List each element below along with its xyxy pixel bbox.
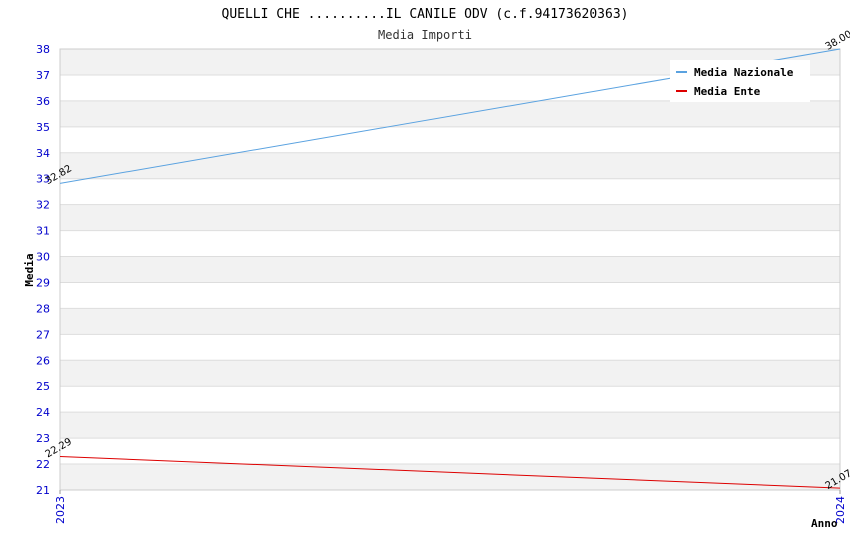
plot-band [60, 152, 840, 179]
y-tick-label: 21 [36, 484, 50, 497]
chart-subtitle: Media Importi [378, 28, 472, 42]
y-tick-label: 31 [36, 225, 50, 238]
plot-band [60, 178, 840, 205]
y-axis-label: Media [23, 253, 36, 286]
plot-band [60, 126, 840, 153]
plot-band [60, 412, 840, 439]
x-tick-label: 2023 [54, 496, 67, 524]
y-axis-ticks: 212223242526272829303132333435363738 [36, 43, 50, 497]
y-tick-label: 27 [36, 328, 50, 341]
y-tick-label: 29 [36, 276, 50, 289]
plot-band [60, 100, 840, 127]
plot-bands [60, 49, 840, 490]
y-tick-label: 38 [36, 43, 50, 56]
legend-label: Media Ente [694, 85, 761, 98]
y-tick-label: 37 [36, 69, 50, 82]
y-tick-label: 28 [36, 302, 50, 315]
x-axis-ticks: 2023 2024 [54, 490, 847, 524]
plot-band [60, 438, 840, 465]
x-axis-label: Anno [811, 517, 838, 530]
legend: Media Nazionale Media Ente [670, 60, 810, 102]
plot-band [60, 334, 840, 361]
plot-band [60, 386, 840, 413]
legend-label: Media Nazionale [694, 66, 794, 79]
plot-band [60, 256, 840, 283]
chart: QUELLI CHE ..........IL CANILE ODV (c.f.… [23, 7, 850, 530]
plot-band [60, 230, 840, 257]
y-tick-label: 26 [36, 354, 50, 367]
plot-band [60, 464, 840, 490]
y-tick-label: 30 [36, 251, 50, 264]
y-tick-label: 35 [36, 121, 50, 134]
plot-band [60, 204, 840, 231]
y-tick-label: 36 [36, 95, 50, 108]
plot-band [60, 360, 840, 387]
plot-band [60, 282, 840, 309]
plot-band [60, 308, 840, 335]
y-tick-label: 25 [36, 380, 50, 393]
y-tick-label: 34 [36, 147, 50, 160]
y-tick-label: 24 [36, 406, 50, 419]
y-tick-label: 32 [36, 199, 50, 212]
chart-title: QUELLI CHE ..........IL CANILE ODV (c.f.… [222, 7, 629, 22]
y-tick-label: 23 [36, 432, 50, 445]
